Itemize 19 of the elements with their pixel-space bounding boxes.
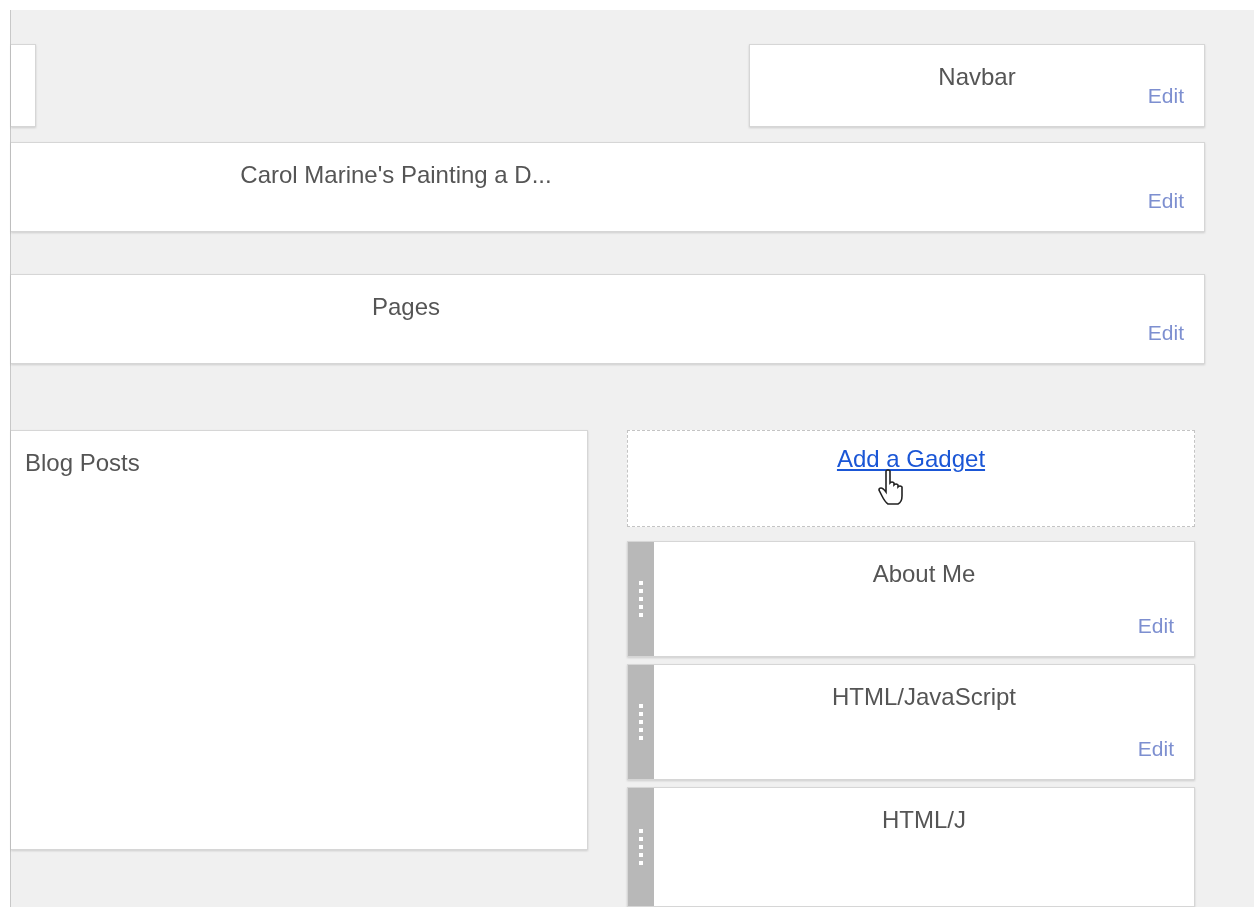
drag-dots-icon [638, 702, 644, 742]
widget-title: Pages [370, 292, 442, 322]
drag-handle[interactable] [628, 665, 654, 779]
widget-title: Blog Posts [25, 449, 140, 477]
edit-link[interactable]: Edit [1147, 84, 1184, 109]
edit-link[interactable]: Edit [1137, 737, 1174, 761]
widget-title: Carol Marine's Painting a D... [239, 160, 553, 190]
gadget-title: About Me [871, 559, 977, 588]
add-gadget-link[interactable]: Add a Gadget [836, 445, 986, 473]
drag-dots-icon [638, 827, 644, 867]
edit-link[interactable]: Edit [1137, 614, 1174, 638]
gadget-title: HTML/J [881, 805, 967, 834]
drag-handle[interactable] [628, 542, 654, 656]
gadget-title: HTML/JavaScript [830, 682, 1017, 711]
drag-handle[interactable] [628, 788, 654, 906]
edit-link[interactable]: Edit [1147, 321, 1184, 345]
edit-link[interactable]: Edit [1147, 189, 1184, 214]
drag-dots-icon [638, 579, 644, 619]
widget-title: Navbar [937, 62, 1017, 91]
